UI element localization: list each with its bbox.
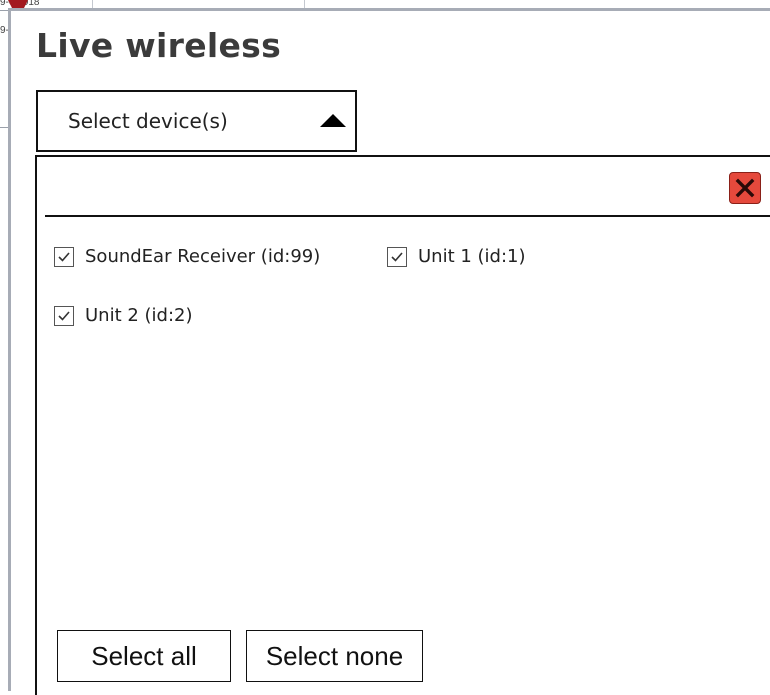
live-wireless-dialog: Live wireless Select device(s) SoundEar … bbox=[8, 8, 770, 695]
dialog-title: Live wireless bbox=[36, 26, 282, 65]
device-checkbox-soundear-receiver[interactable]: SoundEar Receiver (id:99) bbox=[54, 246, 320, 267]
checkmark-icon bbox=[391, 251, 403, 262]
caret-up-icon bbox=[320, 114, 346, 127]
checkbox[interactable] bbox=[54, 305, 74, 326]
checkbox[interactable] bbox=[54, 246, 74, 267]
close-button[interactable] bbox=[729, 172, 761, 204]
device-checkbox-unit-1[interactable]: Unit 1 (id:1) bbox=[387, 246, 526, 267]
device-select-label: Select device(s) bbox=[68, 109, 228, 133]
select-all-button[interactable]: Select all bbox=[57, 630, 231, 682]
checkbox[interactable] bbox=[387, 246, 407, 267]
panel-divider bbox=[45, 215, 770, 217]
device-label: Unit 1 (id:1) bbox=[418, 246, 526, 267]
close-icon bbox=[735, 178, 755, 198]
device-label: SoundEar Receiver (id:99) bbox=[85, 246, 321, 267]
device-checkbox-unit-2[interactable]: Unit 2 (id:2) bbox=[54, 305, 193, 326]
checkmark-icon bbox=[58, 310, 70, 321]
device-label: Unit 2 (id:2) bbox=[85, 305, 193, 326]
checkmark-icon bbox=[58, 251, 70, 262]
device-list-panel: SoundEar Receiver (id:99) Unit 1 (id:1) … bbox=[35, 155, 770, 695]
select-none-button[interactable]: Select none bbox=[246, 630, 423, 682]
device-select-dropdown[interactable]: Select device(s) bbox=[36, 90, 357, 152]
